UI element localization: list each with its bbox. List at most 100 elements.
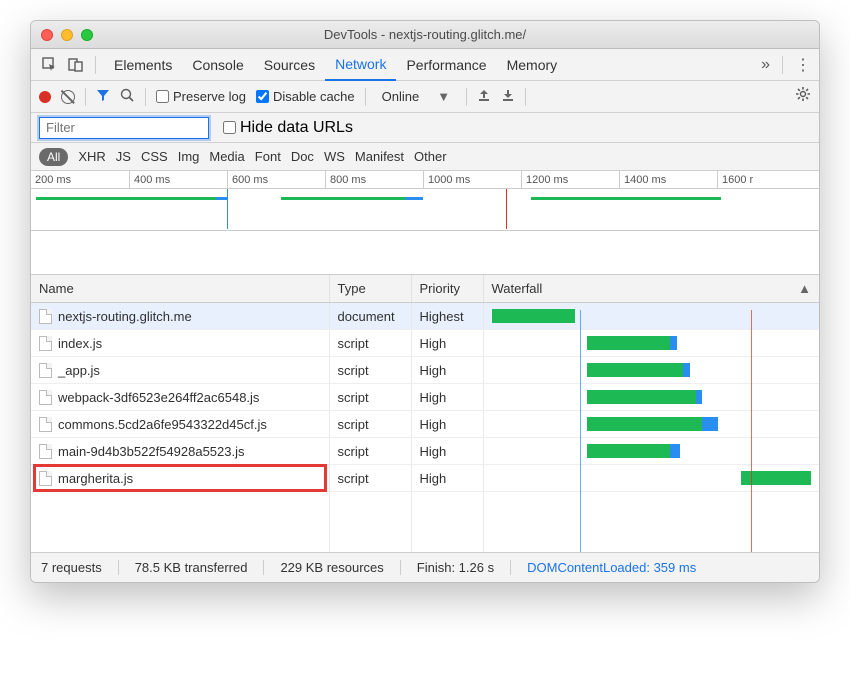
hide-data-urls-checkbox[interactable]: Hide data URLs [223,119,353,137]
network-toolbar: Preserve log Disable cache Online ▼ [31,81,819,113]
search-icon[interactable] [120,88,135,106]
footer-resources: 229 KB resources [280,560,400,575]
record-icon[interactable] [39,91,51,103]
request-name: webpack-3df6523e264ff2ac6548.js [58,390,259,405]
col-priority[interactable]: Priority [411,275,483,303]
type-filter-doc[interactable]: Doc [291,149,314,164]
timeline-tick: 400 ms [129,171,227,189]
waterfall-bar [492,470,812,486]
settings-icon[interactable] [795,86,811,107]
request-type: script [329,465,411,492]
table-row[interactable]: margherita.js scriptHigh [31,465,819,492]
preserve-log-input[interactable] [156,90,169,103]
request-name: margherita.js [58,471,133,486]
request-type: script [329,384,411,411]
more-tabs-icon[interactable]: » [761,56,770,74]
waterfall-bar [492,389,812,405]
footer-dcl: DOMContentLoaded: 359 ms [527,560,696,575]
footer-requests: 7 requests [41,560,119,575]
main-tabbar: ElementsConsoleSourcesNetworkPerformance… [31,49,819,81]
tab-elements[interactable]: Elements [104,49,182,81]
type-filter-xhr[interactable]: XHR [78,149,105,164]
type-filter-other[interactable]: Other [414,149,447,164]
request-priority: High [411,411,483,438]
type-filter-img[interactable]: Img [178,149,200,164]
request-priority: High [411,384,483,411]
timeline-tick: 200 ms [31,171,129,189]
upload-icon[interactable] [477,88,491,105]
type-filter-font[interactable]: Font [255,149,281,164]
requests-table: Name Type Priority Waterfall▲ nextjs-rou… [31,275,819,492]
request-priority: High [411,465,483,492]
file-icon [39,363,52,378]
type-filter-all[interactable]: All [39,148,68,166]
request-name: index.js [58,336,102,351]
request-type: script [329,411,411,438]
file-icon [39,417,52,432]
type-filter-manifest[interactable]: Manifest [355,149,404,164]
inspect-icon[interactable] [39,54,61,76]
type-filter-media[interactable]: Media [209,149,244,164]
timeline-overview[interactable]: 200 ms400 ms600 ms800 ms1000 ms1200 ms14… [31,171,819,231]
titlebar: DevTools - nextjs-routing.glitch.me/ [31,21,819,49]
table-row[interactable]: main-9d4b3b522f54928a5523.jsscriptHigh [31,438,819,465]
tab-memory[interactable]: Memory [497,49,568,81]
download-icon[interactable] [501,88,515,105]
timeline-tick: 1400 ms [619,171,717,189]
type-filter-js[interactable]: JS [116,149,131,164]
kebab-menu-icon[interactable]: ⋮ [795,55,811,75]
devtools-window: DevTools - nextjs-routing.glitch.me/ Ele… [30,20,820,583]
clear-icon[interactable] [61,90,75,104]
window-title: DevTools - nextjs-routing.glitch.me/ [31,27,819,42]
waterfall-bar [492,362,812,378]
filter-bar: Hide data URLs [31,113,819,143]
table-row[interactable]: _app.js scriptHigh [31,357,819,384]
type-filter-ws[interactable]: WS [324,149,345,164]
request-type: script [329,330,411,357]
footer-transferred: 78.5 KB transferred [135,560,265,575]
disable-cache-input[interactable] [256,90,269,103]
waterfall-bar [492,308,812,324]
throttling-select[interactable]: Online ▼ [376,89,456,104]
file-icon [39,336,52,351]
table-row[interactable]: index.jsscriptHigh [31,330,819,357]
minimize-icon[interactable] [61,29,73,41]
table-row[interactable]: commons.5cd2a6fe9543322d45cf.js scriptHig… [31,411,819,438]
tab-sources[interactable]: Sources [254,49,325,81]
request-name: main-9d4b3b522f54928a5523.js [58,444,245,459]
timeline-tick: 1000 ms [423,171,521,189]
file-icon [39,471,52,486]
request-priority: High [411,438,483,465]
timeline-tick: 1600 r [717,171,815,189]
tab-console[interactable]: Console [182,49,253,81]
request-type: document [329,303,411,330]
request-type: script [329,357,411,384]
col-waterfall[interactable]: Waterfall▲ [483,275,819,303]
col-type[interactable]: Type [329,275,411,303]
table-row[interactable]: webpack-3df6523e264ff2ac6548.js scriptHig… [31,384,819,411]
waterfall-bar [492,416,812,432]
preserve-log-checkbox[interactable]: Preserve log [156,89,246,104]
close-icon[interactable] [41,29,53,41]
disable-cache-checkbox[interactable]: Disable cache [256,89,355,104]
traffic-lights [41,29,93,41]
tab-network[interactable]: Network [325,49,396,81]
zoom-icon[interactable] [81,29,93,41]
timeline-tick: 800 ms [325,171,423,189]
file-icon [39,444,52,459]
filter-input[interactable] [39,117,209,139]
hide-data-urls-input[interactable] [223,121,236,134]
filter-icon[interactable] [96,88,110,105]
col-name[interactable]: Name [31,275,329,303]
file-icon [39,390,52,405]
status-bar: 7 requests 78.5 KB transferred 229 KB re… [31,552,819,582]
device-toggle-icon[interactable] [65,54,87,76]
type-filter-bar: All XHR JS CSS Img Media Font Doc WS Manifest Othe… [31,143,819,171]
request-priority: High [411,357,483,384]
request-priority: Highest [411,303,483,330]
request-name: _app.js [58,363,100,378]
request-name: commons.5cd2a6fe9543322d45cf.js [58,417,267,432]
table-row[interactable]: nextjs-routing.glitch.medocumentHighest [31,303,819,330]
type-filter-css[interactable]: CSS [141,149,168,164]
tab-performance[interactable]: Performance [396,49,496,81]
